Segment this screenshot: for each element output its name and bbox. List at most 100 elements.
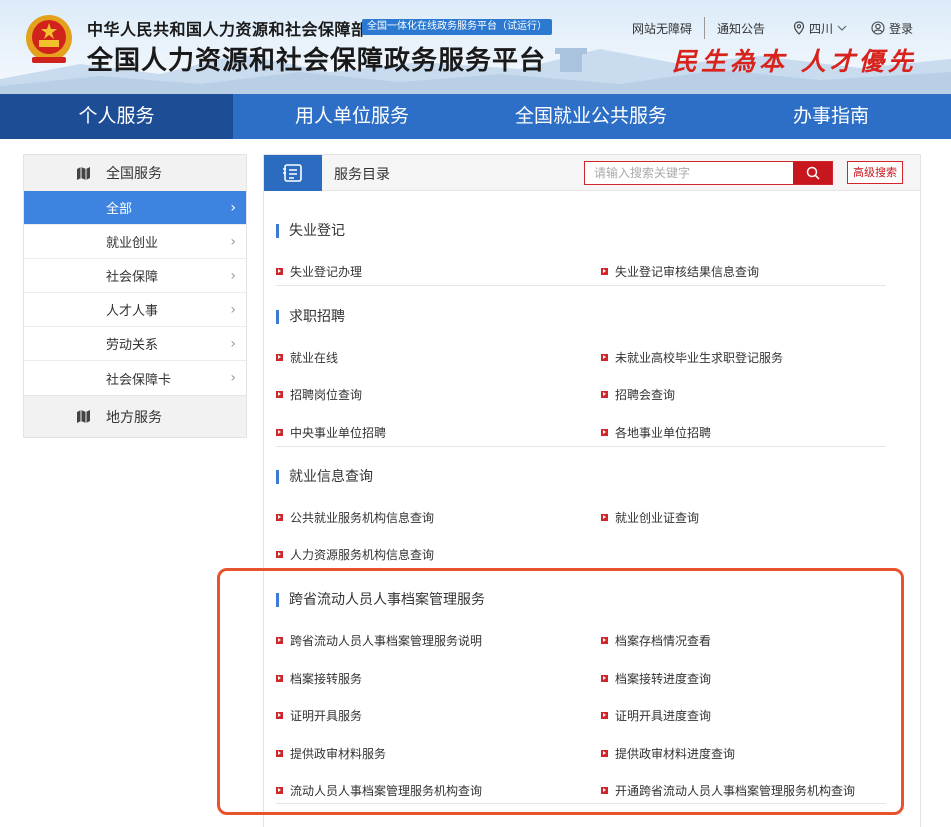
section-title: 跨省流动人员人事档案管理服务	[276, 593, 485, 607]
sidebar-item-label: 全部	[106, 202, 133, 217]
accessibility-link[interactable]: 网站无障碍	[620, 20, 704, 37]
service-link[interactable]: 人力资源服务机构信息查询	[276, 546, 434, 563]
service-link[interactable]: 公共就业服务机构信息查询	[276, 509, 434, 526]
service-link[interactable]: 开通跨省流动人员人事档案管理服务机构查询	[601, 782, 855, 799]
section-divider	[276, 569, 886, 570]
section-divider	[276, 285, 886, 286]
service-label: 未就业高校毕业生求职登记服务	[615, 351, 784, 365]
bullet-icon	[601, 429, 608, 436]
sidebar-local-label: 地方服务	[106, 409, 162, 426]
bullet-icon	[276, 787, 283, 794]
section-title: 求职招聘	[276, 310, 345, 324]
service-link[interactable]: 档案接转服务	[276, 670, 362, 687]
service-label: 招聘会查询	[615, 388, 676, 402]
service-catalog: 服务目录 高级搜索 失业登记 失业登记办理 失业登记审核结果信息查询 求职招聘 …	[263, 154, 921, 827]
search-icon	[806, 166, 820, 180]
bullet-icon	[601, 268, 608, 275]
sidebar-item-label: 社会保障卡	[106, 372, 172, 388]
bullet-icon	[601, 675, 608, 682]
service-link[interactable]: 招聘会查询	[601, 386, 675, 403]
service-link[interactable]: 各地事业单位招聘	[601, 424, 711, 441]
slogan: 民生為本 人才優先	[672, 47, 917, 76]
location-pin-icon	[793, 21, 805, 35]
section-divider	[276, 803, 886, 804]
sidebar-item-employment[interactable]: 就业创业 ›	[24, 225, 246, 259]
sidebar-local-header[interactable]: 地方服务	[24, 395, 246, 437]
sidebar-item-security-card[interactable]: 社会保障卡 ›	[24, 361, 246, 395]
sidebar-item-label: 劳动关系	[106, 338, 159, 353]
service-link[interactable]: 提供政审材料服务	[276, 745, 386, 762]
service-label: 提供政审材料进度查询	[615, 747, 736, 761]
service-link[interactable]: 证明开具服务	[276, 707, 362, 724]
bullet-icon	[276, 354, 283, 361]
catalog-title: 服务目录	[334, 167, 390, 183]
bullet-icon	[276, 514, 283, 521]
sidebar-item-all[interactable]: 全部 ›	[24, 191, 246, 225]
catalog-list-icon	[283, 164, 302, 182]
nav-employer-services[interactable]: 用人单位服务	[233, 94, 471, 139]
chevron-right-icon: ›	[230, 233, 236, 250]
service-link[interactable]: 跨省流动人员人事档案管理服务说明	[276, 632, 482, 649]
service-link[interactable]: 证明开具进度查询	[601, 707, 711, 724]
nav-employment-services[interactable]: 全国就业公共服务	[471, 94, 711, 139]
bullet-icon	[276, 675, 283, 682]
catalog-icon-box	[264, 155, 322, 191]
service-label: 档案存档情况查看	[615, 634, 712, 648]
catalog-header: 服务目录 高级搜索	[264, 155, 920, 191]
service-link[interactable]: 就业创业证查询	[601, 509, 699, 526]
service-label: 开通跨省流动人员人事档案管理服务机构查询	[615, 784, 856, 798]
service-label: 招聘岗位查询	[290, 388, 363, 402]
service-label: 就业在线	[290, 351, 339, 365]
sidebar-item-talent[interactable]: 人才人事 ›	[24, 293, 246, 327]
section-title: 失业登记	[276, 224, 345, 238]
login-link[interactable]: 登录	[859, 20, 913, 37]
service-label: 证明开具进度查询	[615, 709, 712, 723]
nav-personal-services[interactable]: 个人服务	[0, 94, 233, 139]
sidebar-national-header[interactable]: 全国服务	[24, 155, 246, 191]
chevron-right-icon: ›	[230, 199, 236, 216]
service-link[interactable]: 档案存档情况查看	[601, 632, 711, 649]
sidebar-item-label: 人才人事	[106, 304, 159, 319]
bullet-icon	[276, 637, 283, 644]
service-link[interactable]: 提供政审材料进度查询	[601, 745, 735, 762]
service-link[interactable]: 就业在线	[276, 349, 338, 366]
region-selector[interactable]: 四川	[777, 20, 859, 37]
national-emblem-icon	[26, 15, 72, 63]
advanced-search-button[interactable]: 高级搜索	[847, 161, 903, 184]
bullet-icon	[601, 391, 608, 398]
service-link[interactable]: 招聘岗位查询	[276, 386, 362, 403]
service-label: 人力资源服务机构信息查询	[290, 548, 435, 562]
service-link[interactable]: 流动人员人事档案管理服务机构查询	[276, 782, 482, 799]
service-label: 失业登记办理	[290, 265, 363, 279]
service-link[interactable]: 档案接转进度查询	[601, 670, 711, 687]
platform-title: 全国人力资源和社会保障政务服务平台	[87, 46, 547, 76]
service-link[interactable]: 失业登记审核结果信息查询	[601, 263, 759, 280]
service-label: 失业登记审核结果信息查询	[615, 265, 760, 279]
sidebar: 全国服务 全部 › 就业创业 › 社会保障 › 人才人事 › 劳动关系 › 社会保障卡 › …	[23, 154, 247, 438]
service-link[interactable]: 中央事业单位招聘	[276, 424, 386, 441]
notice-link[interactable]: 通知公告	[705, 20, 777, 37]
search-input[interactable]	[585, 162, 793, 184]
nav-guide[interactable]: 办事指南	[711, 94, 951, 139]
search-button[interactable]	[793, 162, 832, 184]
service-label: 公共就业服务机构信息查询	[290, 511, 435, 525]
map-icon	[77, 167, 90, 180]
bullet-icon	[276, 391, 283, 398]
bullet-icon	[276, 712, 283, 719]
service-label: 各地事业单位招聘	[615, 426, 712, 440]
service-link[interactable]: 失业登记办理	[276, 263, 362, 280]
bullet-icon	[601, 514, 608, 521]
ministry-name: 中华人民共和国人力资源和社会保障部	[87, 20, 368, 39]
section-title: 就业信息查询	[276, 470, 373, 484]
sidebar-item-label: 就业创业	[106, 236, 159, 251]
sidebar-item-labor-relations[interactable]: 劳动关系 ›	[24, 327, 246, 361]
service-label: 档案接转进度查询	[615, 672, 712, 686]
service-link[interactable]: 未就业高校毕业生求职登记服务	[601, 349, 783, 366]
sidebar-item-social-security[interactable]: 社会保障 ›	[24, 259, 246, 293]
sidebar-national-label: 全国服务	[106, 166, 162, 182]
main-nav: 个人服务 用人单位服务 全国就业公共服务 办事指南	[0, 94, 951, 139]
region-label: 四川	[808, 21, 833, 36]
user-icon	[871, 21, 885, 35]
section-divider	[276, 446, 886, 447]
chevron-right-icon: ›	[230, 267, 236, 284]
